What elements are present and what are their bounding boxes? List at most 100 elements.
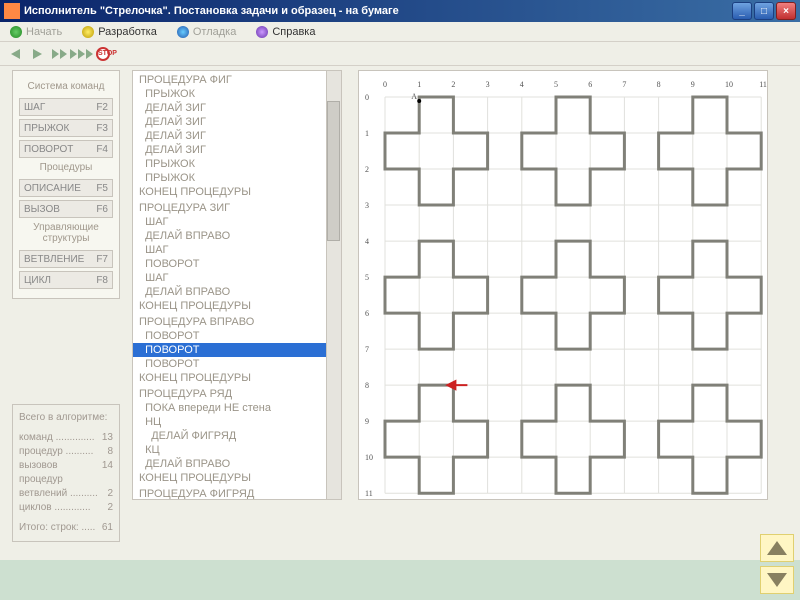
code-scrollbar[interactable]	[326, 71, 341, 499]
cmd-цикл[interactable]: ЦИКЛF8	[19, 271, 113, 289]
code-panel[interactable]: ПРОЦЕДУРА ФИГ ПРЫЖОК ДЕЛАЙ ЗИГ ДЕЛАЙ ЗИГ…	[132, 70, 342, 500]
stat-row: процедур ..........8	[19, 445, 113, 459]
scroll-thumb[interactable]	[327, 101, 340, 241]
code-line[interactable]: ПРЫЖОК	[133, 171, 341, 185]
stats-total-label: Итого: строк: .....	[19, 521, 95, 535]
close-button[interactable]: ×	[776, 2, 796, 20]
code-line[interactable]: ПОВОРОТ	[133, 329, 341, 343]
code-line[interactable]: ПОВОРОТ	[133, 343, 341, 357]
cmd-прыжок[interactable]: ПРЫЖОКF3	[19, 119, 113, 137]
code-line[interactable]: ДЕЛАЙ ВПРАВО	[133, 457, 341, 471]
code-line[interactable]: КОНЕЦ ПРОЦЕДУРЫ	[133, 371, 341, 385]
code-line[interactable]: НЦ	[133, 415, 341, 429]
shape-cross	[659, 385, 762, 493]
svg-text:1: 1	[417, 80, 421, 89]
menu-start[interactable]: Начать	[0, 24, 72, 40]
code-line[interactable]: КОНЕЦ ПРОЦЕДУРЫ	[133, 185, 341, 199]
menu-debug[interactable]: Отладка	[167, 24, 246, 40]
code-line[interactable]: ПРОЦЕДУРА ВПРАВО	[133, 315, 341, 329]
marker-label: A	[411, 92, 417, 101]
menu-help[interactable]: Справка	[246, 24, 325, 40]
nav-up-button[interactable]	[760, 534, 794, 562]
code-line[interactable]: ШАГ	[133, 243, 341, 257]
svg-text:1: 1	[365, 129, 369, 138]
tb-ffwd[interactable]	[50, 45, 68, 63]
shape-cross	[522, 385, 625, 493]
stats-panel: Всего в алгоритме: команд ..............…	[12, 404, 120, 542]
svg-text:11: 11	[759, 80, 767, 89]
code-line[interactable]: КЦ	[133, 443, 341, 457]
svg-text:7: 7	[365, 345, 369, 354]
code-line[interactable]: ДЕЛАЙ ЗИГ	[133, 101, 341, 115]
command-panel: Система команд ШАГF2ПРЫЖОКF3ПОВОРОТF4 Пр…	[12, 70, 120, 299]
code-line[interactable]: ШАГ	[133, 271, 341, 285]
svg-text:11: 11	[365, 489, 373, 498]
debug-icon	[177, 26, 189, 38]
code-line[interactable]: ПРОЦЕДУРА РЯД	[133, 387, 341, 401]
stat-row: вызовов процедур 14	[19, 459, 113, 487]
code-line[interactable]: ПОВОРОТ	[133, 357, 341, 371]
svg-text:5: 5	[365, 273, 369, 282]
code-line[interactable]: КОНЕЦ ПРОЦЕДУРЫ	[133, 471, 341, 485]
code-line[interactable]: ПРОЦЕДУРА ФИГ	[133, 73, 341, 87]
svg-text:10: 10	[365, 453, 373, 462]
code-line[interactable]: ПОКА впереди НЕ стена	[133, 401, 341, 415]
cmd-шаг[interactable]: ШАГF2	[19, 98, 113, 116]
cmd-поворот[interactable]: ПОВОРОТF4	[19, 140, 113, 158]
svg-text:2: 2	[365, 165, 369, 174]
tb-play[interactable]	[28, 45, 46, 63]
nav-down-button[interactable]	[760, 566, 794, 594]
shape-cross	[659, 97, 762, 205]
minimize-button[interactable]: _	[732, 2, 752, 20]
code-line[interactable]: ПРОЦЕДУРА ФИГРЯД	[133, 487, 341, 500]
code-line[interactable]: ДЕЛАЙ ВПРАВО	[133, 229, 341, 243]
cmd-header-1: Система команд	[17, 81, 115, 92]
shape-cross	[385, 241, 488, 349]
stats-total-val: 61	[102, 521, 113, 535]
pointer-arrow	[447, 381, 467, 389]
shape-cross	[522, 241, 625, 349]
code-line[interactable]: КОНЕЦ ПРОЦЕДУРЫ	[133, 299, 341, 313]
maximize-button[interactable]: □	[754, 2, 774, 20]
cmd-вызов[interactable]: ВЫЗОВF6	[19, 200, 113, 218]
menubar: Начать Разработка Отладка Справка	[0, 22, 800, 42]
grid-canvas: 0011223344556677889910101111A	[359, 71, 767, 499]
canvas-panel: 0011223344556677889910101111A	[358, 70, 768, 500]
code-line[interactable]: ПРОЦЕДУРА ЗИГ	[133, 201, 341, 215]
svg-text:4: 4	[520, 80, 524, 89]
svg-text:9: 9	[365, 417, 369, 426]
svg-text:6: 6	[365, 309, 369, 318]
play-icon	[10, 26, 22, 38]
code-line[interactable]: ДЕЛАЙ ЗИГ	[133, 115, 341, 129]
tb-stop[interactable]: STOP	[94, 45, 112, 63]
code-line[interactable]: ДЕЛАЙ ЗИГ	[133, 143, 341, 157]
help-icon	[256, 26, 268, 38]
code-line[interactable]: ДЕЛАЙ ВПРАВО	[133, 285, 341, 299]
marker-dot	[417, 99, 421, 103]
app-icon	[4, 3, 20, 19]
code-line[interactable]: ШАГ	[133, 215, 341, 229]
tb-fffwd[interactable]	[72, 45, 90, 63]
code-line[interactable]: ПОВОРОТ	[133, 257, 341, 271]
code-line[interactable]: ПРЫЖОК	[133, 157, 341, 171]
stats-header: Всего в алгоритме:	[19, 411, 113, 425]
code-line[interactable]: ПРЫЖОК	[133, 87, 341, 101]
code-line[interactable]: ДЕЛАЙ ФИГРЯД	[133, 429, 341, 443]
toolbar: STOP	[0, 42, 800, 66]
svg-text:3: 3	[365, 201, 369, 210]
shape-cross	[385, 97, 488, 205]
svg-text:0: 0	[383, 80, 387, 89]
svg-text:5: 5	[554, 80, 558, 89]
svg-text:8: 8	[657, 80, 661, 89]
cmd-описание[interactable]: ОПИСАНИЕF5	[19, 179, 113, 197]
code-line[interactable]: ДЕЛАЙ ЗИГ	[133, 129, 341, 143]
svg-text:10: 10	[725, 80, 733, 89]
bottom-strip	[0, 560, 800, 600]
cmd-ветвление[interactable]: ВЕТВЛЕНИЕF7	[19, 250, 113, 268]
menu-develop[interactable]: Разработка	[72, 24, 167, 40]
tb-rewind[interactable]	[6, 45, 24, 63]
svg-text:3: 3	[486, 80, 490, 89]
stat-row: команд ..............13	[19, 431, 113, 445]
stat-row: ветвлений ..........2	[19, 487, 113, 501]
arrow-down-icon	[767, 573, 787, 587]
